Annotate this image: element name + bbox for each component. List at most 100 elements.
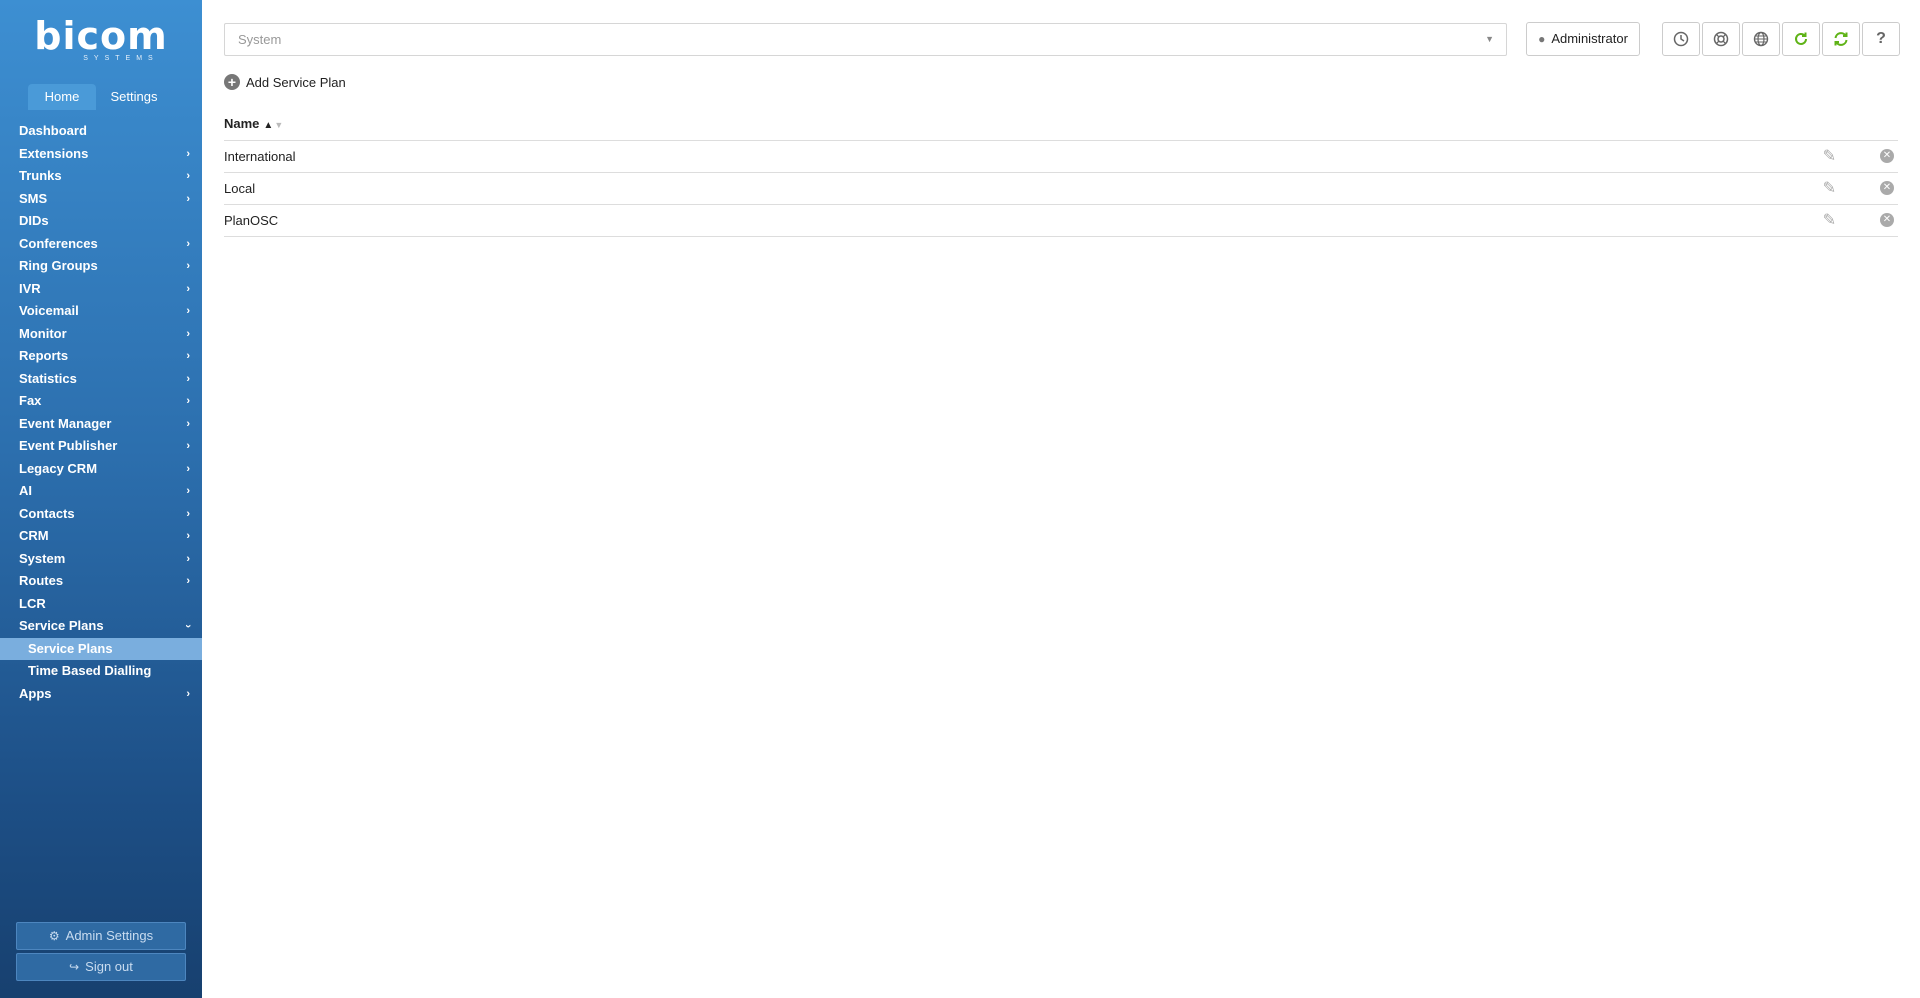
help-icon[interactable]: ? (1862, 22, 1900, 56)
sidebar-subitem-service-plans[interactable]: Service Plans (0, 637, 202, 660)
chevron-right-icon: › (186, 260, 190, 272)
chevron-right-icon: › (186, 237, 190, 250)
admin-settings-button[interactable]: ⚙ Admin Settings (16, 922, 186, 950)
chevron-right-icon: › (186, 395, 190, 407)
chevron-right-icon: › (186, 575, 190, 587)
chevron-right-icon: › (186, 485, 190, 497)
chevron-down-icon: › (182, 624, 195, 629)
chevron-right-icon: › (186, 552, 190, 565)
sidebar-item-ivr[interactable]: IVR › (0, 278, 202, 301)
sidebar-item-lcr[interactable]: LCR (0, 593, 202, 616)
column-header-label: Name (224, 116, 260, 131)
sidebar-item-label: LCR (19, 595, 46, 611)
reload-icon[interactable] (1782, 22, 1820, 56)
sidebar-item-statistics[interactable]: Statistics › (0, 368, 202, 391)
sidebar-item-crm[interactable]: CRM › (0, 525, 202, 548)
sidebar-item-legacy-crm[interactable]: Legacy CRM › (0, 458, 202, 481)
user-menu-button[interactable]: ● Administrator (1526, 22, 1640, 56)
sidebar-item-label: Routes (19, 573, 64, 588)
sidebar-item-apps[interactable]: Apps › (0, 683, 202, 706)
delete-icon[interactable]: ✕ (1880, 149, 1894, 163)
chevron-right-icon: › (186, 372, 190, 385)
sidebar-item-conferences[interactable]: Conferences › (0, 233, 202, 256)
sidebar-item-dids[interactable]: DIDs (0, 210, 202, 233)
system-select[interactable]: System ▼ (224, 23, 1507, 56)
globe-icon[interactable] (1742, 22, 1780, 56)
nav-tabs: Home Settings (28, 84, 172, 110)
sidebar-item-label: System (19, 550, 66, 566)
chevron-right-icon: › (186, 282, 190, 295)
sidebar-item-extensions[interactable]: Extensions › (0, 143, 202, 166)
sidebar-item-label: CRM (19, 528, 49, 543)
edit-icon[interactable]: ✎ (1823, 173, 1836, 204)
row-name[interactable]: Local (224, 181, 255, 196)
plus-circle-icon: + (224, 74, 240, 90)
sign-out-button[interactable]: ↪ Sign out (16, 953, 186, 981)
chevron-right-icon: › (186, 440, 190, 452)
bicom-logo[interactable]: bicom SYSTEMS (0, 14, 202, 62)
sidebar-item-label: Voicemail (19, 303, 79, 318)
tab-home[interactable]: Home (28, 84, 96, 110)
chevron-right-icon: › (186, 147, 190, 160)
sidebar-item-label: Contacts (19, 505, 75, 521)
sidebar-item-label: Dashboard (19, 123, 87, 138)
sidebar-menu: Dashboard Extensions › Trunks › SMS › DIDs … (0, 120, 202, 705)
sidebar: bicom SYSTEMS Home Settings Dashboard Ex… (0, 0, 202, 998)
admin-settings-label: Admin Settings (65, 928, 154, 943)
support-icon[interactable] (1702, 22, 1740, 56)
sidebar-item-label: SMS (19, 190, 48, 206)
sidebar-item-ring-groups[interactable]: Ring Groups › (0, 255, 202, 278)
table-row: PlanOSC ✎ ✕ (224, 205, 1898, 237)
sort-desc-icon: ▼ (274, 120, 284, 130)
chevron-right-icon: › (186, 530, 190, 542)
sidebar-item-voicemail[interactable]: Voicemail › (0, 300, 202, 323)
sidebar-item-label: Reports (19, 348, 69, 363)
user-icon: ● (1538, 32, 1546, 46)
sidebar-item-ai[interactable]: AI › (0, 480, 202, 503)
service-plans-table: Name ▲▼ International ✎ ✕ Local ✎ ✕ PlanO… (224, 110, 1898, 237)
tab-settings[interactable]: Settings (100, 84, 168, 110)
chevron-right-icon: › (186, 350, 190, 362)
sidebar-item-label: Trunks (19, 168, 62, 183)
table-row: International ✎ ✕ (224, 141, 1898, 173)
sidebar-item-event-publisher[interactable]: Event Publisher › (0, 435, 202, 458)
sidebar-item-fax[interactable]: Fax › (0, 390, 202, 413)
sidebar-item-reports[interactable]: Reports › (0, 345, 202, 368)
chevron-right-icon: › (186, 327, 190, 340)
sidebar-item-routes[interactable]: Routes › (0, 570, 202, 593)
sidebar-subitem-time-based-dialling[interactable]: Time Based Dialling (0, 660, 202, 683)
sidebar-item-trunks[interactable]: Trunks › (0, 165, 202, 188)
sidebar-item-contacts[interactable]: Contacts › (0, 503, 202, 526)
row-name[interactable]: PlanOSC (224, 213, 278, 228)
sidebar-item-label: Extensions (19, 145, 89, 161)
sidebar-item-label: Service Plans (19, 618, 104, 633)
sign-out-label: Sign out (85, 959, 133, 974)
sidebar-item-monitor[interactable]: Monitor › (0, 323, 202, 346)
sign-out-icon: ↪ (69, 960, 80, 974)
gears-icon: ⚙ (48, 929, 60, 943)
sidebar-item-label: Fax (19, 393, 42, 408)
logo-text: bicom (34, 14, 168, 58)
clock-icon[interactable] (1662, 22, 1700, 56)
sidebar-item-label: IVR (19, 280, 41, 296)
sidebar-item-label: AI (19, 483, 32, 498)
delete-icon[interactable]: ✕ (1880, 213, 1894, 227)
sync-icon[interactable] (1822, 22, 1860, 56)
column-header-name[interactable]: Name ▲▼ (224, 110, 1898, 141)
sidebar-item-event-manager[interactable]: Event Manager › (0, 413, 202, 436)
add-service-plan-button[interactable]: + Add Service Plan (224, 74, 346, 90)
sidebar-item-label: Legacy CRM (19, 460, 98, 476)
sidebar-item-sms[interactable]: SMS › (0, 188, 202, 211)
row-name[interactable]: International (224, 149, 296, 164)
sidebar-item-label: Monitor (19, 325, 67, 341)
edit-icon[interactable]: ✎ (1823, 205, 1836, 236)
edit-icon[interactable]: ✎ (1823, 141, 1836, 172)
sidebar-item-system[interactable]: System › (0, 548, 202, 571)
sidebar-item-service-plans[interactable]: Service Plans › (0, 615, 202, 638)
system-select-value: System (238, 32, 282, 47)
sort-asc-icon: ▲ (263, 120, 274, 131)
delete-icon[interactable]: ✕ (1880, 181, 1894, 195)
table-row: Local ✎ ✕ (224, 173, 1898, 205)
sidebar-item-dashboard[interactable]: Dashboard (0, 120, 202, 143)
add-service-plan-label: Add Service Plan (246, 74, 346, 90)
